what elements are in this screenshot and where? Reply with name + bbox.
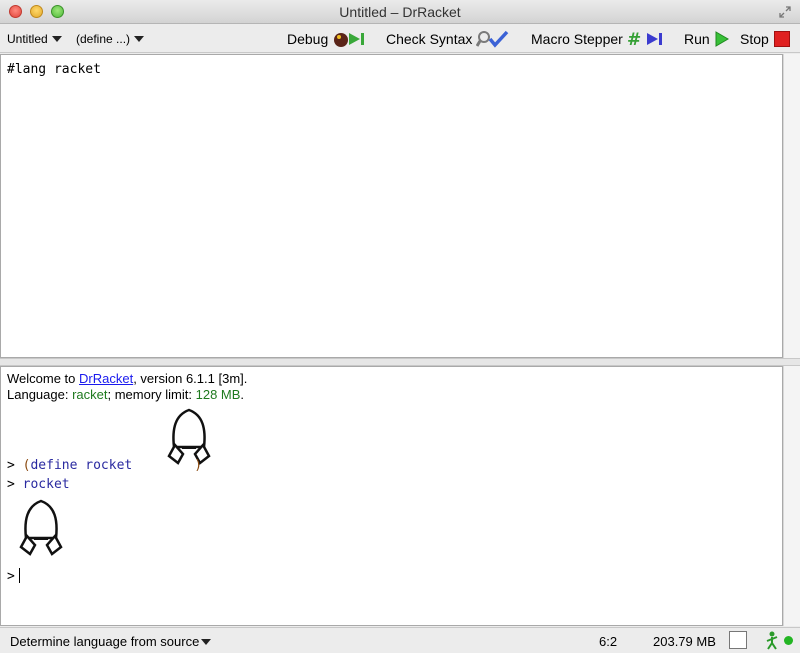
memory-limit-value: 128 MB xyxy=(195,387,241,402)
title-bar: Untitled – DrRacket xyxy=(0,0,800,24)
pane-divider[interactable] xyxy=(0,358,800,366)
macro-stepper-icon: # xyxy=(627,30,662,48)
editor-code: #lang racket xyxy=(7,62,101,77)
language-name: racket xyxy=(72,387,108,402)
welcome-line: Welcome to DrRacket, version 6.1.1 [3m]. xyxy=(7,371,247,386)
define-menu-label: (define ...) xyxy=(76,32,131,46)
debug-bug-icon xyxy=(334,33,365,47)
macro-stepper-button[interactable]: Macro Stepper # xyxy=(531,30,667,48)
run-triangle-icon xyxy=(715,31,729,47)
chevron-down-icon xyxy=(134,36,145,42)
repl-prompt: > xyxy=(7,458,15,473)
language-line: Language: racket; memory limit: 128 MB. xyxy=(7,387,244,402)
language-prefix: Language: xyxy=(7,387,73,402)
close-paren: ) xyxy=(194,458,203,473)
cursor-position: 6:2 xyxy=(599,634,618,649)
window-title: Untitled – DrRacket xyxy=(339,4,461,20)
memory-usage[interactable]: 203.79 MB xyxy=(653,634,716,649)
version-text: , version 6.1.1 [3m]. xyxy=(133,371,248,386)
definitions-editor[interactable]: #lang racket xyxy=(0,54,783,358)
repl-prompt: > xyxy=(7,477,15,492)
svg-text:#: # xyxy=(627,30,641,48)
input-line[interactable]: > xyxy=(7,568,20,584)
interactions-scrollbar[interactable] xyxy=(783,366,800,626)
language-select-label: Determine language from source xyxy=(10,634,200,649)
status-indicator-dot xyxy=(784,636,793,645)
define-keyword: define xyxy=(30,458,78,473)
editor-scrollbar[interactable] xyxy=(783,54,800,358)
repl-prompt: > xyxy=(7,569,15,584)
text-cursor xyxy=(18,568,20,583)
language-select[interactable]: Determine language from source xyxy=(10,634,212,649)
chevron-down-icon xyxy=(201,638,212,645)
toolbar: Untitled (define ...) Debug Check Syntax… xyxy=(0,25,800,53)
memory-gc-box[interactable] xyxy=(729,631,747,649)
debug-button[interactable]: Debug xyxy=(287,30,368,48)
magnifier-check-icon xyxy=(476,30,509,48)
check-syntax-label: Check Syntax xyxy=(386,31,473,47)
define-expression: > (define rocket) xyxy=(7,458,202,473)
chevron-down-icon xyxy=(51,36,62,42)
file-name-label: Untitled xyxy=(7,32,48,46)
language-line-end: . xyxy=(240,387,245,402)
memory-limit-prefix: ; memory limit: xyxy=(107,387,196,402)
rocket-expression: > rocket xyxy=(7,477,70,492)
drracket-link[interactable]: DrRacket xyxy=(79,371,133,386)
stop-square-icon xyxy=(773,31,790,47)
welcome-prefix: Welcome to xyxy=(7,371,80,386)
interactions-pane[interactable]: Welcome to DrRacket, version 6.1.1 [3m].… xyxy=(0,366,783,626)
running-walker-icon xyxy=(766,631,778,650)
run-label: Run xyxy=(684,31,710,47)
define-menu[interactable]: (define ...) xyxy=(76,32,145,46)
macro-stepper-label: Macro Stepper xyxy=(531,31,623,47)
status-bar: Determine language from source 6:2 203.7… xyxy=(0,627,800,653)
stop-label: Stop xyxy=(740,31,769,47)
fullscreen-icon[interactable] xyxy=(778,5,792,19)
check-syntax-button[interactable]: Check Syntax xyxy=(386,30,510,48)
define-identifier: rocket xyxy=(85,458,133,473)
rocket-identifier: rocket xyxy=(22,477,70,492)
file-name-menu[interactable]: Untitled xyxy=(7,32,62,46)
rocket-result-image xyxy=(19,499,63,556)
debug-label: Debug xyxy=(287,31,329,47)
run-button[interactable]: Run xyxy=(684,30,730,48)
stop-button[interactable]: Stop xyxy=(740,30,791,48)
